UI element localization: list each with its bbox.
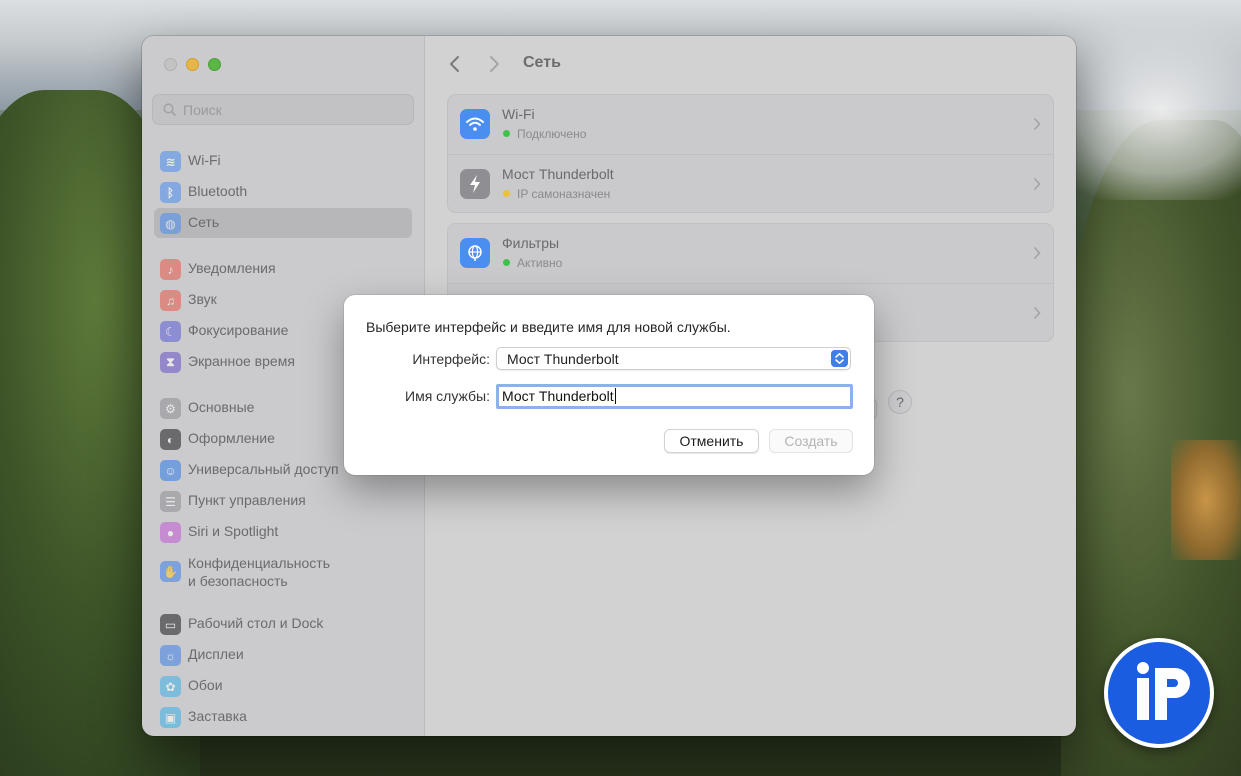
search-icon	[163, 103, 176, 116]
sidebar-item-label: Заставка	[188, 708, 247, 724]
sidebar-item[interactable]: ✋ Конфиденциальность и безопасность	[154, 555, 412, 589]
bluetooth-icon: ᛒ	[160, 182, 181, 203]
accessibility-icon: ☺	[160, 460, 181, 481]
sidebar-item-label: Siri и Spotlight	[188, 523, 279, 539]
service-status: IP самоназначен	[517, 187, 611, 201]
sidebar-item-label: Bluetooth	[188, 183, 248, 199]
dialog-message: Выберите интерфейс и введите имя для нов…	[366, 319, 731, 335]
status-dot	[503, 259, 510, 266]
wifi-icon	[460, 109, 490, 139]
service-title: Фильтры	[502, 235, 560, 251]
sidebar-item-label: Оформление	[188, 430, 275, 446]
search-field[interactable]: Поиск	[152, 94, 414, 125]
sidebar-item-label: Экранное время	[188, 353, 295, 369]
interface-select-value: Мост Thunderbolt	[507, 351, 619, 367]
zoom-button[interactable]	[208, 58, 221, 71]
sidebar-item[interactable]: ▭ Рабочий стол и Dock	[154, 609, 412, 639]
service-title: Мост Thunderbolt	[502, 166, 614, 182]
ip-logo-icon	[1104, 638, 1214, 748]
sidebar-item-label: Уведомления	[188, 260, 276, 276]
sidebar-item[interactable]: ☼ Дисплеи	[154, 640, 412, 670]
service-title: Wi-Fi	[502, 106, 535, 122]
hourglass-icon: ⧗	[160, 352, 181, 373]
sidebar-item[interactable]: ● Siri и Spotlight	[154, 517, 412, 547]
sidebar-item-label: Рабочий стол и Dock	[188, 615, 324, 631]
sidebar-item-label: Wi-Fi	[188, 152, 221, 168]
sidebar-item[interactable]: ◍ Сеть	[154, 208, 412, 238]
screensaver-icon: ▣	[160, 707, 181, 728]
siri-icon: ●	[160, 522, 181, 543]
hand-icon: ✋	[160, 561, 181, 582]
services-group-1: Wi-Fi Подключено Мост Thunderbolt IP сам…	[447, 94, 1054, 213]
sidebar-item[interactable]: ♪ Уведомления	[154, 254, 412, 284]
sidebar-item-label: Сеть	[188, 214, 220, 230]
speaker-icon: ♫	[160, 290, 181, 311]
chevron-right-icon	[1033, 306, 1041, 320]
sidebar-item[interactable]: ᛒ Bluetooth	[154, 177, 412, 207]
flower-icon: ✿	[160, 676, 181, 697]
sidebar-item[interactable]: ✿ Обои	[154, 671, 412, 701]
service-row-thunderbolt[interactable]: Мост Thunderbolt IP самоназначен	[448, 154, 1053, 213]
minimize-button[interactable]	[186, 58, 199, 71]
thunderbolt-icon	[460, 169, 490, 199]
interface-label: Интерфейс:	[412, 351, 490, 367]
control-center-icon: ☰	[160, 491, 181, 512]
new-service-dialog: Выберите интерфейс и введите имя для нов…	[344, 295, 874, 475]
search-placeholder: Поиск	[183, 102, 222, 118]
stepper-icon	[831, 350, 848, 367]
text-caret	[614, 388, 616, 404]
globe-icon: ◍	[160, 213, 181, 234]
gear-icon: ⚙	[160, 398, 181, 419]
chevron-right-icon	[1033, 177, 1041, 191]
cancel-button[interactable]: Отменить	[664, 429, 759, 453]
wallpaper-autumn-tree	[1171, 440, 1241, 560]
sidebar-item-label: Конфиденциальность и безопасность	[188, 555, 331, 589]
sun-icon: ☼	[160, 645, 181, 666]
interface-select[interactable]: Мост Thunderbolt	[496, 347, 851, 370]
chevron-right-icon	[1033, 117, 1041, 131]
page-title: Сеть	[523, 54, 561, 71]
sidebar-item-label: Обои	[188, 677, 223, 693]
chevron-left-icon[interactable]	[447, 54, 463, 74]
chevron-right-icon[interactable]	[486, 54, 502, 74]
chevron-right-icon	[1033, 246, 1041, 260]
dock-icon: ▭	[160, 614, 181, 635]
sidebar-item-label: Дисплеи	[188, 646, 244, 662]
service-row-filters[interactable]: Фильтры Активно	[448, 224, 1053, 283]
service-name-value: Мост Thunderbolt	[502, 388, 616, 404]
sidebar-item-label: Основные	[188, 399, 255, 415]
close-button[interactable]	[164, 58, 177, 71]
status-dot	[503, 190, 510, 197]
service-name-label: Имя службы:	[405, 388, 490, 404]
service-name-input[interactable]: Мост Thunderbolt	[496, 384, 853, 409]
sidebar-item[interactable]: ☰ Пункт управления	[154, 486, 412, 516]
status-dot	[503, 130, 510, 137]
help-button[interactable]: ?	[888, 390, 912, 414]
sidebar-item[interactable]: ≋ Wi-Fi	[154, 146, 412, 176]
globe-icon	[460, 238, 490, 268]
moon-icon: ☾	[160, 321, 181, 342]
wifi-icon: ≋	[160, 151, 181, 172]
service-status: Активно	[517, 256, 563, 270]
create-button[interactable]: Создать	[769, 429, 853, 453]
sidebar-item-label: Фокусирование	[188, 322, 289, 338]
bell-icon: ♪	[160, 259, 181, 280]
service-status: Подключено	[517, 127, 587, 141]
sidebar-item-label: Универсальный доступ	[188, 461, 339, 477]
sidebar-item-label: Звук	[188, 291, 217, 307]
sidebar-item-label: Пункт управления	[188, 492, 306, 508]
sidebar-item[interactable]: ▣ Заставка	[154, 702, 412, 732]
service-row-wifi[interactable]: Wi-Fi Подключено	[448, 95, 1053, 154]
appearance-icon: ◐	[160, 429, 181, 450]
